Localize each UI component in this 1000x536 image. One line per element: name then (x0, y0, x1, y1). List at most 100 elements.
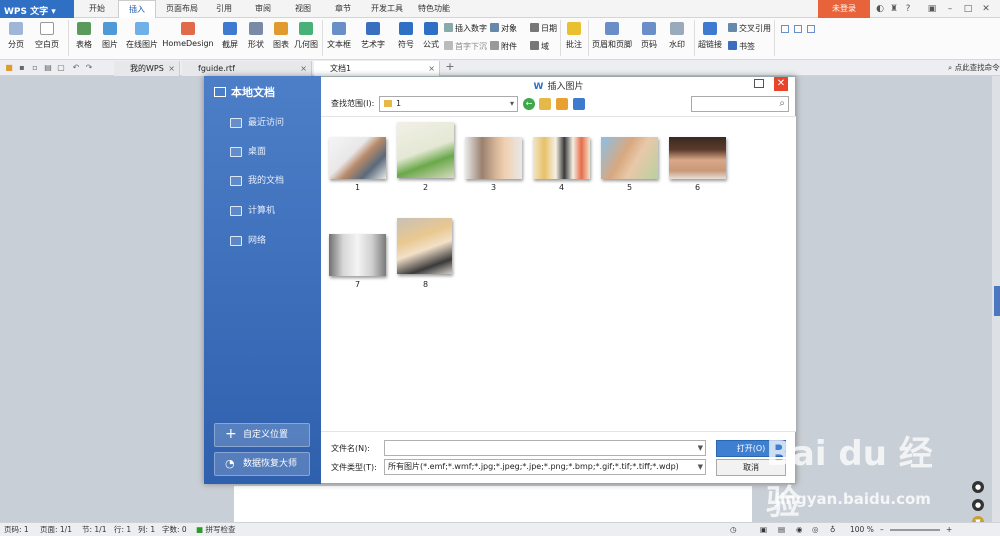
output-icon[interactable]: ▫ (30, 63, 40, 73)
close-icon[interactable]: × (300, 61, 307, 76)
insert-number-button[interactable]: 插入数字 (444, 22, 487, 36)
print-icon[interactable]: ▤ (43, 63, 53, 73)
tab-view[interactable]: 视图 (287, 0, 319, 18)
tab-review[interactable]: 审阅 (247, 0, 279, 18)
custom-location-button[interactable]: + 自定义位置 (214, 423, 310, 447)
zoom-icon[interactable]: ♁ (830, 523, 836, 536)
filetype-select[interactable]: 所有图片(*.emf;*.wmf;*.jpg;*.jpeg;*.jpe;*.pn… (384, 459, 706, 475)
nav-network[interactable]: 网络 (204, 227, 321, 256)
file-thumbnail-1[interactable] (329, 137, 386, 179)
new-tab-icon[interactable]: + (445, 61, 455, 72)
undo-icon[interactable]: ↶ (71, 63, 81, 73)
drop-cap-button[interactable]: 首字下沉 (444, 40, 487, 54)
maximize-icon[interactable]: □ (962, 3, 974, 15)
textbox-button[interactable]: 文本框 (324, 22, 354, 58)
extra-tools[interactable] (780, 24, 820, 52)
online-picture-button[interactable]: 在线图片 (124, 22, 160, 58)
nav-desktop[interactable]: 桌面 (204, 138, 321, 167)
track-icon[interactable]: ◷ (730, 523, 737, 536)
comment-button[interactable]: 批注 (562, 22, 586, 58)
preview-icon[interactable]: ▢ (56, 63, 66, 73)
blank-page-button[interactable]: 空白页 (30, 22, 64, 58)
dialog-close-button[interactable]: ✕ (774, 77, 788, 91)
save-icon[interactable]: ▪ (17, 63, 27, 73)
app-menu-button[interactable]: WPS 文字 ▾ (0, 0, 74, 18)
watermark-button[interactable]: 水印 (664, 22, 690, 58)
doc-tab-mywps[interactable]: 我的WPS × (114, 61, 180, 76)
minimize-icon[interactable]: – (944, 3, 956, 15)
back-icon[interactable]: ← (523, 98, 535, 110)
data-recovery-button[interactable]: ◔ 数据恢复大师 (214, 452, 310, 476)
eye-icon[interactable]: ◎ (812, 523, 819, 536)
shirt-icon[interactable]: ♜ (888, 3, 900, 15)
help-icon[interactable]: ? (902, 3, 914, 15)
file-thumbnail-7[interactable] (329, 234, 386, 276)
nav-recent[interactable]: 最近访问 (204, 109, 321, 138)
wordart-button[interactable]: 艺术字 (356, 22, 390, 58)
tab-special[interactable]: 特色功能 (412, 0, 456, 18)
close-icon[interactable]: ✕ (980, 3, 992, 15)
file-thumbnail-4[interactable] (533, 137, 590, 179)
cross-reference-button[interactable]: 交叉引用 (728, 22, 771, 36)
restore-icon[interactable]: ▣ (926, 3, 938, 15)
symbol-button[interactable]: 符号 (394, 22, 418, 58)
tab-layout[interactable]: 页面布局 (160, 0, 204, 18)
filename-input[interactable]: ▼ (384, 440, 706, 456)
tab-references[interactable]: 引用 (208, 0, 240, 18)
tab-section[interactable]: 章节 (327, 0, 359, 18)
zoom-in-icon[interactable]: + (946, 523, 952, 536)
look-in-select[interactable]: 1 ▾ (379, 96, 518, 112)
view-read-icon[interactable]: ▤ (778, 523, 785, 536)
picture-button[interactable]: 图片 (98, 22, 122, 58)
zoom-slider[interactable] (890, 529, 940, 531)
page-number-button[interactable]: 页码 (636, 22, 662, 58)
spell-check-toggle[interactable]: ■ 拼写检查 (196, 523, 235, 536)
attachment-button[interactable]: 附件 (490, 40, 517, 54)
file-thumbnail-2[interactable] (397, 122, 454, 178)
view-menu-icon[interactable] (573, 98, 585, 110)
file-thumbnail-6[interactable] (669, 137, 726, 179)
new-folder-icon[interactable] (556, 98, 568, 110)
scroll-thumb[interactable] (994, 286, 1000, 316)
nav-documents[interactable]: 我的文档 (204, 167, 321, 196)
nav-computer[interactable]: 计算机 (204, 197, 321, 226)
float-tool-icon[interactable]: ● (972, 499, 984, 511)
shape-button[interactable]: 形状 (244, 22, 268, 58)
file-thumbnail-3[interactable] (465, 137, 522, 179)
object-button[interactable]: 对象 (490, 22, 517, 36)
close-icon[interactable]: × (168, 61, 175, 76)
table-button[interactable]: 表格 (72, 22, 96, 58)
login-button[interactable]: 未登录 (818, 0, 870, 18)
doc-tab-current[interactable]: 文档1 × (314, 61, 440, 76)
view-web-icon[interactable]: ◉ (796, 523, 803, 536)
view-page-icon[interactable]: ▣ (760, 523, 767, 536)
tab-developer[interactable]: 开发工具 (367, 0, 407, 18)
float-tool-icon[interactable]: ● (972, 481, 984, 493)
command-search[interactable]: ⌕ 点此查找命令 (948, 62, 1000, 73)
date-button[interactable]: 日期 (530, 22, 557, 36)
page-break-button[interactable]: 分页 (4, 22, 28, 58)
screenshot-button[interactable]: 截屏 (218, 22, 242, 58)
document-page[interactable] (234, 486, 752, 522)
homedesign-button[interactable]: HomeDesign (162, 22, 214, 58)
maximize-icon[interactable] (754, 79, 764, 88)
redo-icon[interactable]: ↷ (84, 63, 94, 73)
close-icon[interactable]: × (428, 61, 435, 76)
hyperlink-button[interactable]: 超链接 (696, 22, 724, 58)
geometry-button[interactable]: 几何图 (292, 22, 320, 58)
tab-home[interactable]: 开始 (80, 0, 114, 18)
skin-icon[interactable]: ◐ (874, 3, 886, 15)
chart-button[interactable]: 图表 (270, 22, 292, 58)
doc-tab-fguide[interactable]: fguide.rtf × (182, 61, 312, 76)
up-folder-icon[interactable] (539, 98, 551, 110)
formula-button[interactable]: 公式 (420, 22, 442, 58)
zoom-out-icon[interactable]: – (880, 523, 884, 536)
dialog-search-input[interactable]: ⌕ (691, 96, 789, 112)
header-footer-button[interactable]: 页眉和页脚 (590, 22, 634, 58)
open-folder-icon[interactable]: ■ (4, 63, 14, 73)
field-button[interactable]: 域 (530, 40, 549, 54)
file-thumbnail-5[interactable] (601, 137, 658, 179)
file-thumbnail-8[interactable] (397, 218, 452, 274)
bookmark-button[interactable]: 书签 (728, 40, 755, 54)
tab-insert[interactable]: 插入 (118, 0, 156, 18)
